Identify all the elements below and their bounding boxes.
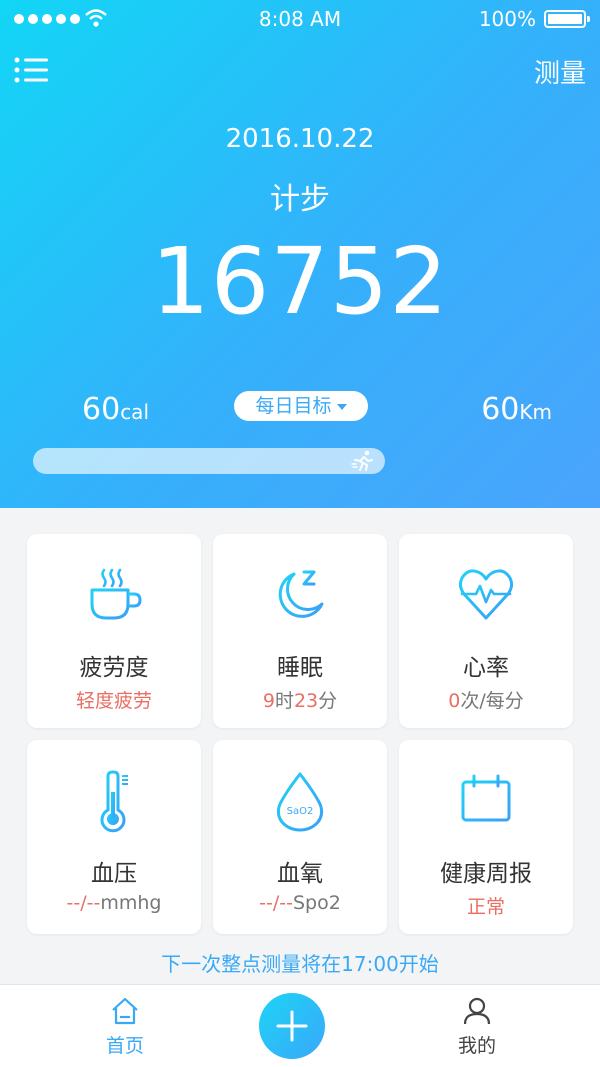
caret-down-icon [336, 403, 347, 410]
moon-sleep-icon [213, 564, 387, 630]
date-label: 2016.10.22 [225, 124, 375, 154]
step-count: 16752 [151, 228, 449, 335]
sao2-label: SaO2 [287, 806, 314, 817]
card-title: 健康周报 [440, 861, 532, 887]
blood-pressure-unit: mmhg [100, 892, 162, 914]
sleep-hours-unit: 时 [274, 690, 294, 712]
blood-pressure-card[interactable]: 血压 --/--mmhg [27, 740, 201, 934]
metric-title: 计步 [270, 182, 330, 217]
goal-progress-fill [33, 448, 385, 474]
distance-stat: 60Km [481, 392, 552, 427]
coffee-cup-icon [27, 564, 201, 630]
card-title: 疲劳度 [79, 655, 149, 681]
measure-button[interactable]: 测量 [534, 53, 586, 90]
home-icon [112, 997, 138, 1025]
add-button[interactable] [259, 993, 325, 1059]
status-bar: 8:08 AM 100% [0, 0, 600, 38]
distance-unit: Km [519, 400, 552, 424]
goal-progress-bar [33, 448, 385, 474]
card-value: 轻度疲劳 [75, 690, 152, 712]
heart-rate-card[interactable]: 心率 0次/每分 [399, 534, 573, 728]
card-title: 心率 [463, 655, 509, 681]
daily-goal-label: 每日目标 [255, 395, 332, 417]
card-title: 血压 [91, 861, 137, 887]
card-title: 血氧 [277, 861, 323, 887]
user-icon [463, 997, 491, 1025]
card-value: --/--Spo2 [213, 892, 387, 914]
daily-goal-dropdown[interactable]: 每日目标 [234, 391, 368, 421]
heart-pulse-icon [399, 564, 573, 630]
blood-oxygen-unit: Spo2 [292, 892, 341, 914]
thermometer-icon [27, 770, 201, 836]
health-cards: 疲劳度 轻度疲劳 睡眠 9时23分 心率 0次/每分 血压 --/--mmhg … [27, 534, 573, 934]
distance-value: 60 [481, 392, 520, 427]
card-value: --/--mmhg [27, 892, 201, 914]
card-value: 正常 [466, 896, 505, 918]
blood-oxygen-card[interactable]: SaO2 血氧 --/--Spo2 [213, 740, 387, 934]
sleep-hours: 9 [262, 690, 275, 712]
card-value: 0次/每分 [399, 686, 573, 713]
next-measure-note: 下一次整点测量将在17:00开始 [161, 952, 439, 976]
card-value: 9时23分 [213, 686, 387, 713]
weekly-report-card[interactable]: 健康周报 正常 [399, 740, 573, 934]
blood-oxygen-value: --/-- [259, 892, 293, 914]
runner-icon [351, 450, 373, 471]
heart-rate-unit: 次/每分 [460, 690, 524, 712]
calories-unit: cal [120, 400, 149, 424]
fatigue-card[interactable]: 疲劳度 轻度疲劳 [27, 534, 201, 728]
heart-rate-number: 0 [448, 690, 461, 712]
card-title: 睡眠 [277, 655, 323, 681]
calendar-icon [399, 770, 573, 836]
calories-value: 60 [82, 392, 121, 427]
sleep-minutes-unit: 分 [318, 690, 338, 712]
plus-icon [276, 1010, 308, 1042]
tab-home-label: 首页 [105, 1035, 144, 1057]
blood-pressure-value: --/-- [66, 892, 101, 914]
drop-icon: SaO2 [213, 770, 387, 836]
summary-header: 8:08 AM 100% 测量 2016.10.22 计步 16752 60ca… [0, 0, 600, 508]
sleep-minutes: 23 [293, 690, 319, 712]
sleep-card[interactable]: 睡眠 9时23分 [213, 534, 387, 728]
tab-home[interactable]: 首页 [98, 997, 152, 1058]
battery-percent: 100% [478, 7, 536, 31]
tab-me-label: 我的 [457, 1035, 496, 1057]
calories-stat: 60cal [82, 392, 149, 427]
battery-icon [544, 10, 590, 28]
menu-list-icon[interactable] [14, 56, 50, 84]
tab-me[interactable]: 我的 [450, 997, 504, 1058]
